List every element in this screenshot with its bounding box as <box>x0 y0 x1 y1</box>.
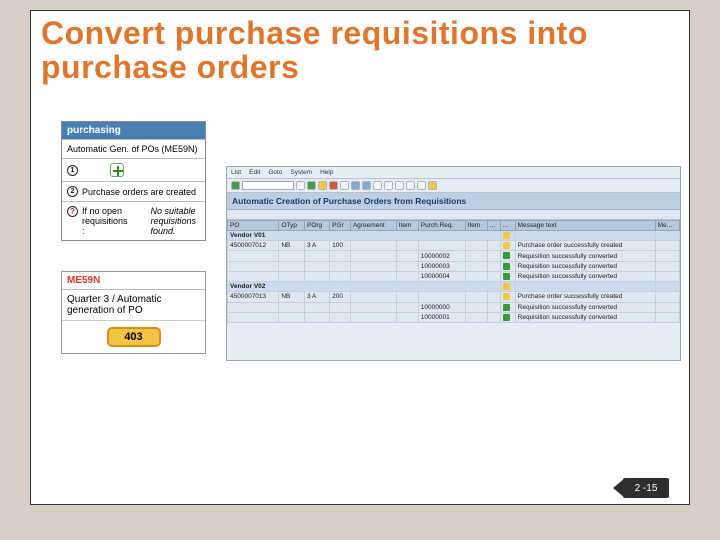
question-icon: ? <box>67 206 78 217</box>
col-preq: Purch.Req. <box>418 221 465 231</box>
menu-help[interactable]: Help <box>320 169 333 176</box>
sap-subbar <box>227 210 680 220</box>
col-pgr: PGr <box>330 221 351 231</box>
toolbar-exit-icon[interactable] <box>318 181 327 190</box>
col-po: PO <box>228 221 279 231</box>
status-icon <box>503 242 510 249</box>
table-row: 10000003Requisition successfully convert… <box>228 261 680 271</box>
toolbar-icon[interactable] <box>406 181 415 190</box>
vendor-row: Vendor V02 <box>228 282 680 292</box>
status-icon <box>503 232 510 239</box>
toolbar-icon[interactable] <box>296 181 305 190</box>
status-icon <box>503 273 510 280</box>
col-msg: Message text <box>515 221 655 231</box>
table-row: 4500007013NB3 A200Purchase order success… <box>228 292 680 302</box>
toolbar-enter-icon[interactable] <box>231 181 240 190</box>
status-icon <box>503 283 510 290</box>
toolbar-icon[interactable] <box>395 181 404 190</box>
toolbar-print-icon[interactable] <box>351 181 360 190</box>
menu-list[interactable]: List <box>231 169 241 176</box>
toolbar-icon[interactable] <box>417 181 426 190</box>
menu-edit[interactable]: Edit <box>249 169 260 176</box>
col-dots1: ... <box>487 221 500 231</box>
panel1-heading: purchasing <box>62 122 205 139</box>
status-icon <box>503 293 510 300</box>
page-title: Convert purchase requisitions into purch… <box>31 11 689 94</box>
slide-number-text: 2 -15 <box>623 478 669 498</box>
badge-403: 403 <box>107 327 161 347</box>
panel1-row-3: ? If no open requisitions : No suitable … <box>62 201 205 240</box>
status-icon <box>503 263 510 270</box>
panel-card: ME59N Quarter 3 / Automatic generation o… <box>61 271 206 354</box>
toolbar-icon[interactable] <box>340 181 349 190</box>
grid-header-row: PO OTyp POrg PGr Agreement Item Purch.Re… <box>228 221 680 231</box>
green-plus-icon <box>110 163 124 177</box>
toolbar-help-icon[interactable] <box>428 181 437 190</box>
col-item2: Item <box>465 221 487 231</box>
menu-goto[interactable]: Goto <box>268 169 282 176</box>
status-icon <box>503 252 510 259</box>
toolbar-back-icon[interactable] <box>307 181 316 190</box>
panel1-row3b-text: No suitable requisitions found. <box>151 206 201 236</box>
status-icon <box>503 314 510 321</box>
panel2-desc: Quarter 3 / Automatic generation of PO <box>62 290 205 321</box>
table-row: 10000001Requisition successfully convert… <box>228 312 680 322</box>
col-me: Me... <box>655 221 679 231</box>
sap-toolbar <box>227 179 680 193</box>
panel-purchasing: purchasing Automatic Gen. of POs (ME59N)… <box>61 121 206 241</box>
toolbar-cancel-icon[interactable] <box>329 181 338 190</box>
sap-window: List Edit Goto System Help Automatic Cre… <box>226 166 681 361</box>
panel1-row3a-text: If no open requisitions : <box>82 206 132 236</box>
col-otyp: OTyp <box>279 221 305 231</box>
col-agreement: Agreement <box>350 221 396 231</box>
step-1-bullet: 1 <box>67 165 78 176</box>
slide-number: 2 -15 <box>623 478 669 498</box>
sap-grid: PO OTyp POrg PGr Agreement Item Purch.Re… <box>227 220 680 323</box>
col-item1: Item <box>396 221 418 231</box>
col-dots2: ... <box>500 221 515 231</box>
panel2-code: ME59N <box>62 272 205 290</box>
col-porg: POrg <box>305 221 330 231</box>
sap-menubar: List Edit Goto System Help <box>227 167 680 179</box>
table-row: 10000002Requisition successfully convert… <box>228 251 680 261</box>
toolbar-icon[interactable] <box>373 181 382 190</box>
panel1-row2-text: Purchase orders are created <box>82 187 200 197</box>
table-row: 10000004Requisition successfully convert… <box>228 271 680 281</box>
panel1-subheading: Automatic Gen. of POs (ME59N) <box>62 139 205 158</box>
command-field[interactable] <box>242 181 294 190</box>
slide: Convert purchase requisitions into purch… <box>30 10 690 505</box>
left-column: purchasing Automatic Gen. of POs (ME59N)… <box>61 121 206 354</box>
toolbar-icon[interactable] <box>384 181 393 190</box>
panel1-row-2: 2 Purchase orders are created <box>62 181 205 201</box>
table-row: 10000000Requisition successfully convert… <box>228 302 680 312</box>
status-icon <box>503 304 510 311</box>
step-2-bullet: 2 <box>67 186 78 197</box>
panel1-row-1: 1 <box>62 158 205 181</box>
table-row: 4500007012NB3 A100Purchase order success… <box>228 241 680 251</box>
vendor-row: Vendor V01 <box>228 231 680 241</box>
sap-screen-title: Automatic Creation of Purchase Orders fr… <box>227 193 680 210</box>
toolbar-find-icon[interactable] <box>362 181 371 190</box>
menu-system[interactable]: System <box>290 169 312 176</box>
